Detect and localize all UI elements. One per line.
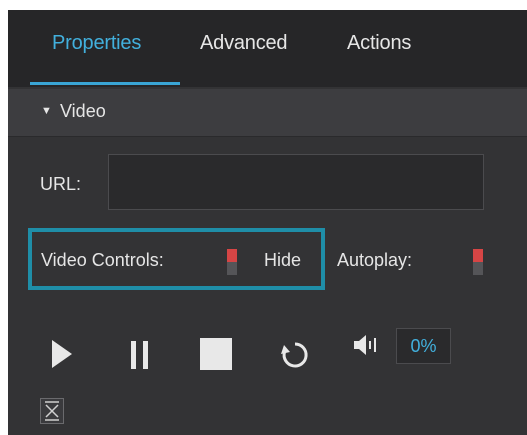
collapse-icon	[45, 401, 59, 421]
active-tab-indicator	[30, 82, 180, 85]
play-icon[interactable]	[50, 338, 74, 370]
autoplay-toggle[interactable]	[473, 249, 483, 275]
disclosure-triangle-icon: ▼	[41, 105, 52, 117]
volume-icon[interactable]	[353, 334, 383, 356]
tab-properties[interactable]: Properties	[52, 32, 141, 55]
pause-icon[interactable]	[129, 340, 151, 370]
url-label: URL:	[40, 174, 82, 194]
video-controls-state-label: Hide	[264, 250, 302, 270]
toggle-knob	[227, 249, 237, 262]
collapse-button[interactable]	[40, 398, 64, 424]
toggle-knob	[473, 249, 483, 262]
tab-bar: Properties Advanced Actions	[8, 10, 527, 87]
properties-panel: Properties Advanced Actions ▼ Video URL:…	[8, 10, 527, 435]
url-input[interactable]	[108, 154, 484, 210]
tab-advanced[interactable]: Advanced	[200, 32, 288, 55]
video-controls-label: Video Controls:	[41, 250, 164, 270]
autoplay-label: Autoplay:	[337, 250, 413, 270]
video-controls-toggle[interactable]	[227, 249, 237, 275]
replay-icon[interactable]	[280, 340, 310, 370]
section-title: Video	[60, 101, 106, 121]
stop-icon[interactable]	[200, 338, 232, 370]
tab-actions[interactable]: Actions	[347, 32, 411, 55]
volume-value[interactable]: 0%	[396, 328, 451, 364]
screenshot-frame: Properties Advanced Actions ▼ Video URL:…	[0, 0, 527, 435]
video-section-header[interactable]: ▼ Video	[8, 89, 527, 137]
